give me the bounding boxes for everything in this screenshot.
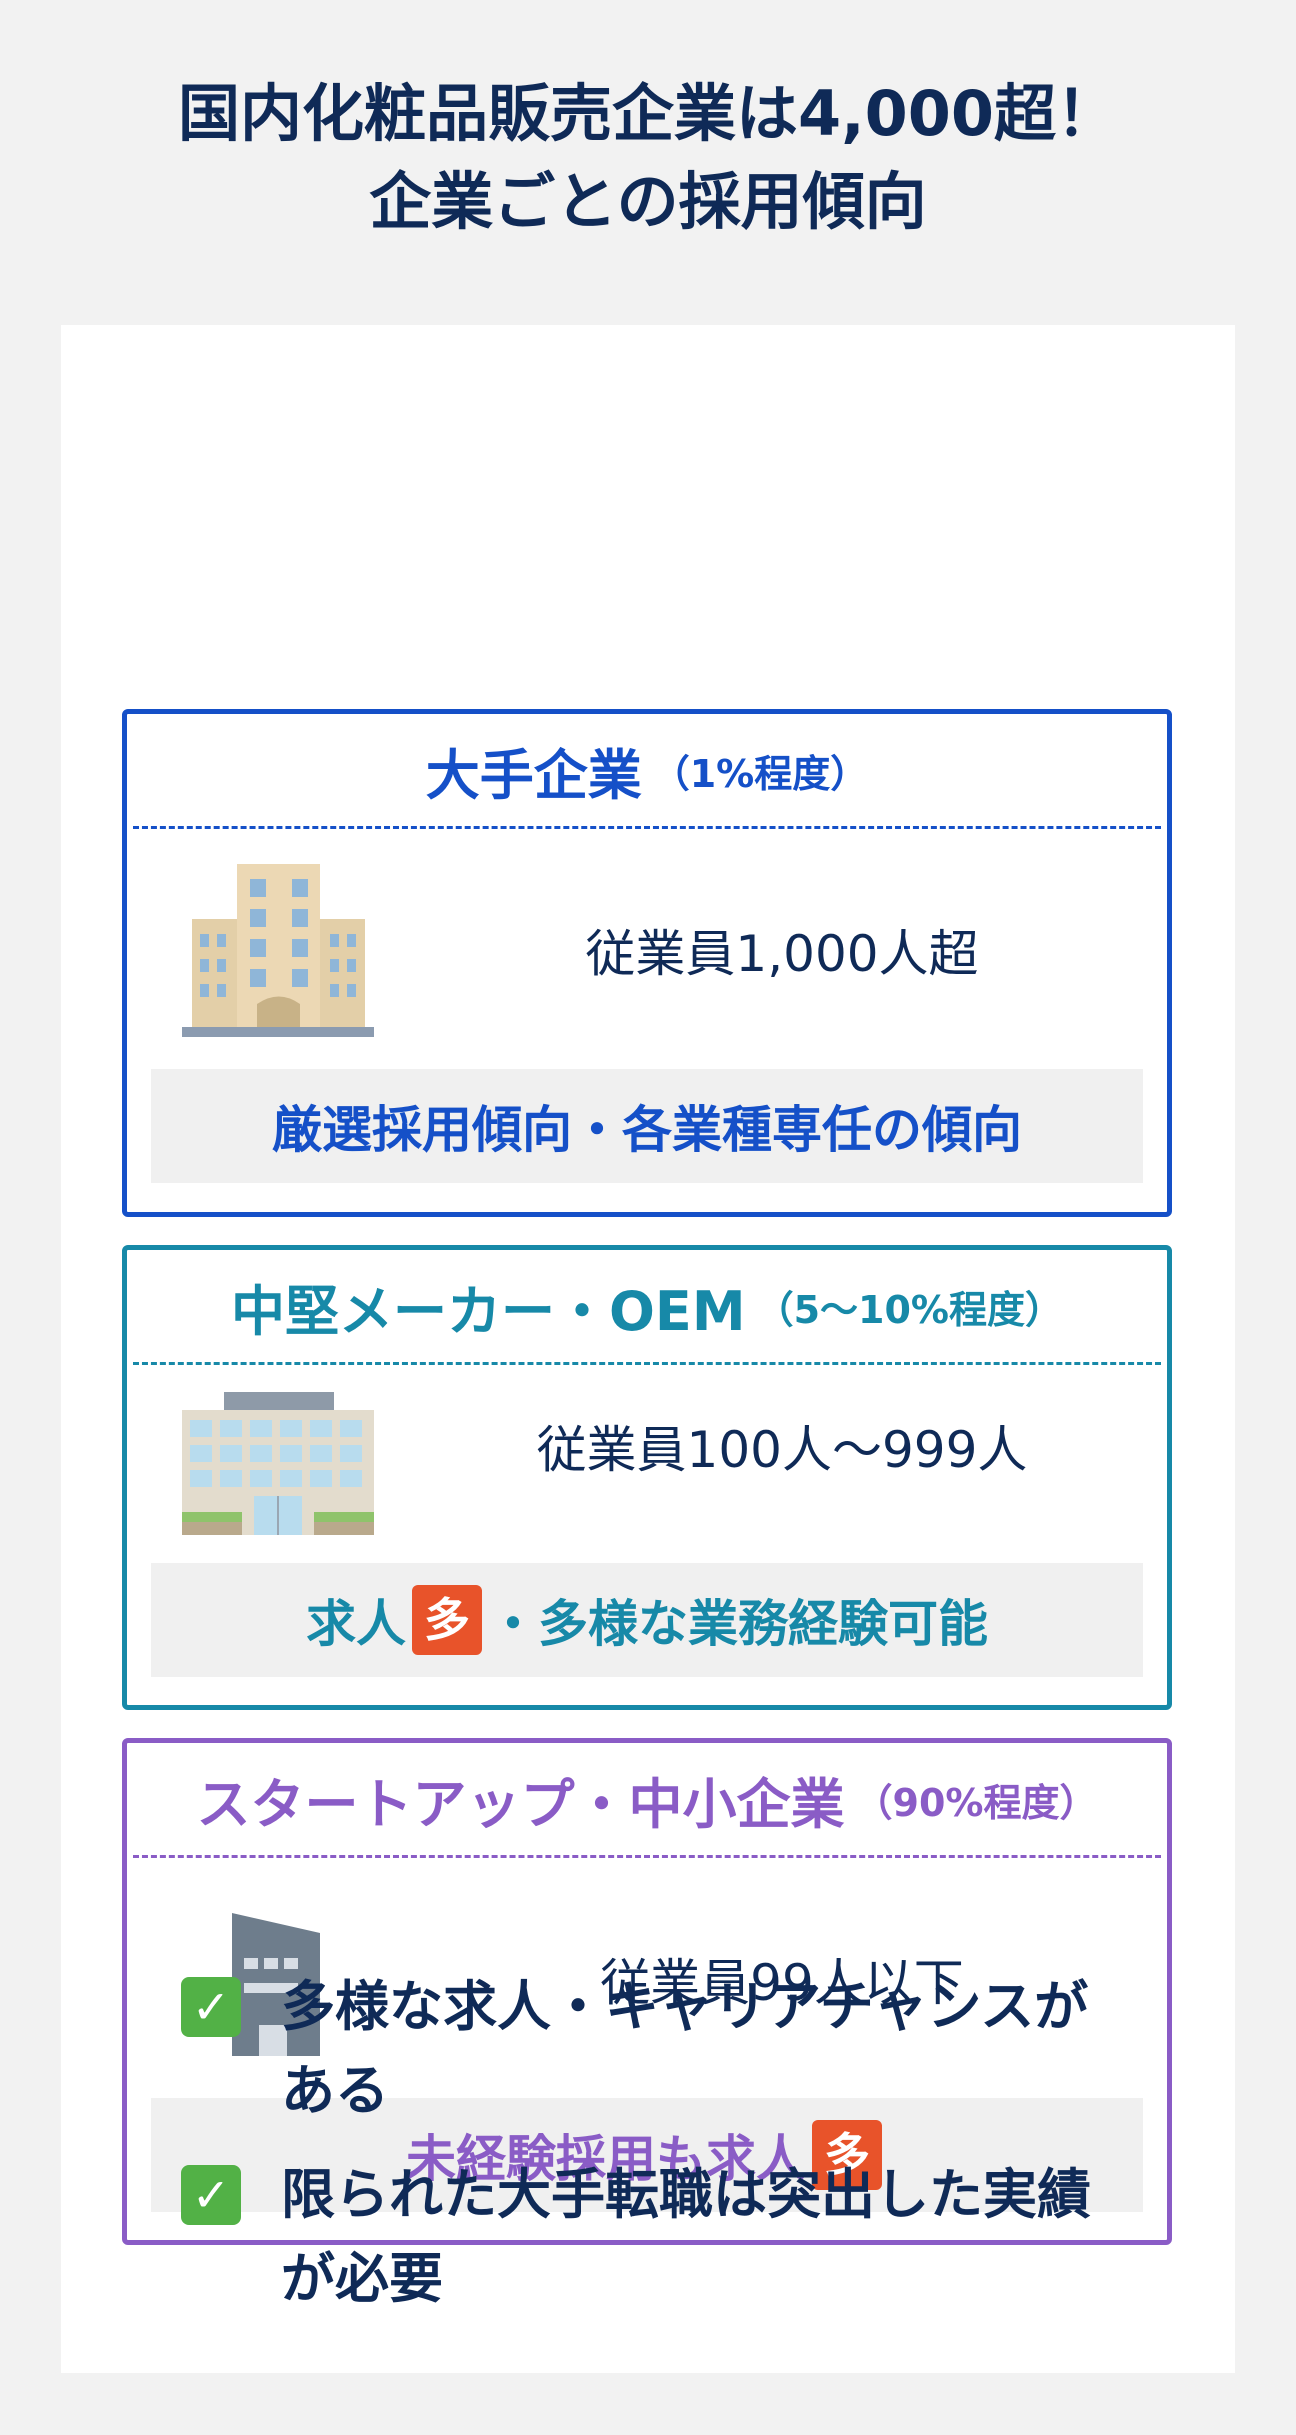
content-panel: 大手企業 （1%程度） 従業員1,000人超 厳選採用傾向・各業種専任の傾向 中… xyxy=(61,325,1235,2373)
hiring-trend-text-after: ・多様な業務経験可能 xyxy=(488,1595,988,1653)
card-title: 大手企業 xyxy=(425,743,642,807)
card-percent: （1%程度） xyxy=(651,751,869,796)
hiring-trend: 求人 多 ・多様な業務経験可能 xyxy=(151,1563,1143,1677)
dashed-divider xyxy=(133,826,1161,829)
checklist-item: ✓ 限られた大手転職は突出した実績 が必要 xyxy=(181,2153,1241,2321)
hiring-trend: 厳選採用傾向・各業種専任の傾向 xyxy=(151,1069,1143,1183)
employee-count: 従業員100人〜999人 xyxy=(536,1421,1028,1479)
title-line-2: 企業ごとの採用傾向 xyxy=(369,165,927,238)
hiring-trend-text: 厳選採用傾向・各業種専任の傾向 xyxy=(272,1101,1022,1159)
checklist-text: 限られた大手転職は突出した実績 が必要 xyxy=(281,2163,1091,2310)
large-office-building-icon xyxy=(182,864,374,1037)
card-header: スタートアップ・中小企業 （90%程度） xyxy=(127,1743,1167,1855)
title-line-1: 国内化粧品販売企業は4,000超！ xyxy=(177,77,1119,150)
checklist-item: ✓ 多様な求人・キャリアチャンスが ある xyxy=(181,1965,1241,2133)
check-mark-icon: ✓ xyxy=(181,2165,241,2225)
card-header: 大手企業 （1%程度） xyxy=(127,714,1167,826)
card-percent: （90%程度） xyxy=(854,1780,1098,1825)
employee-count: 従業員1,000人超 xyxy=(585,925,979,983)
check-mark-icon: ✓ xyxy=(181,1977,241,2037)
hiring-trend-text-before: 求人 xyxy=(306,1595,406,1653)
card-title: 中堅メーカー・OEM xyxy=(231,1279,746,1343)
page-title: 国内化粧品販売企業は4,000超！ 企業ごとの採用傾向 xyxy=(0,70,1296,246)
card-mid-size-companies: 中堅メーカー・OEM （5〜10%程度） 従業員100人〜999人 求人 多 ・… xyxy=(122,1245,1172,1710)
card-title: スタートアップ・中小企業 xyxy=(196,1772,845,1836)
card-percent: （5〜10%程度） xyxy=(755,1287,1063,1332)
mid-size-office-building-icon xyxy=(182,1392,374,1535)
dashed-divider xyxy=(133,1362,1161,1365)
card-large-companies: 大手企業 （1%程度） 従業員1,000人超 厳選採用傾向・各業種専任の傾向 xyxy=(122,709,1172,1217)
card-header: 中堅メーカー・OEM （5〜10%程度） xyxy=(127,1250,1167,1362)
dashed-divider xyxy=(133,1855,1161,1858)
many-badge: 多 xyxy=(412,1585,482,1655)
checklist-text: 多様な求人・キャリアチャンスが ある xyxy=(281,1975,1089,2122)
